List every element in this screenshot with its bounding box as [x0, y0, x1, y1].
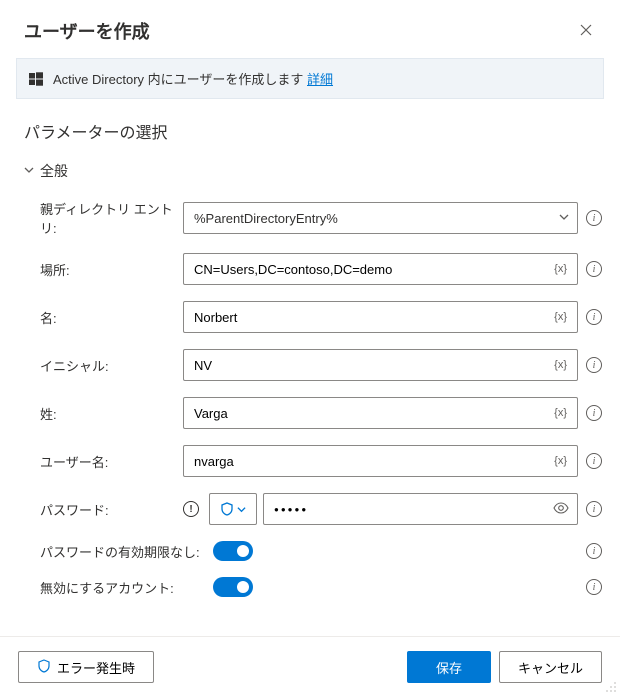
info-icon[interactable]: i	[586, 309, 602, 325]
row-first-name: 名: {x} i	[18, 293, 602, 341]
row-parent-directory: 親ディレクトリ エントリ: %ParentDirectoryEntry% i	[18, 191, 602, 245]
group-label: 全般	[40, 161, 68, 181]
label-pwd-never-expires: パスワードの有効期限なし:	[18, 542, 213, 561]
variable-icon[interactable]: {x}	[552, 262, 569, 276]
variable-icon[interactable]: {x}	[552, 358, 569, 372]
info-icon[interactable]: i	[586, 261, 602, 277]
close-button[interactable]	[576, 19, 596, 43]
label-location: 場所:	[18, 260, 183, 279]
input-password[interactable]	[274, 505, 553, 514]
variable-icon[interactable]: {x}	[552, 310, 569, 324]
row-disabled-account: 無効にするアカウント: i	[18, 569, 602, 605]
row-user-name: ユーザー名: {x} i	[18, 437, 602, 485]
label-disabled-account: 無効にするアカウント:	[18, 578, 213, 597]
group-header-general[interactable]: 全般	[0, 153, 620, 191]
close-icon	[580, 24, 592, 36]
input-user-name[interactable]	[194, 454, 552, 469]
info-icon[interactable]: i	[586, 579, 602, 595]
info-icon[interactable]: i	[586, 453, 602, 469]
variable-icon[interactable]: {x}	[552, 454, 569, 468]
info-icon[interactable]: i	[586, 543, 602, 559]
form-area: 親ディレクトリ エントリ: %ParentDirectoryEntry% i 場…	[0, 191, 620, 636]
shield-icon	[220, 502, 234, 516]
label-last-name: 姓:	[18, 404, 183, 423]
dialog-title: ユーザーを作成	[24, 18, 150, 44]
dialog-footer: エラー発生時 保存 キャンセル	[0, 636, 620, 697]
input-last-name[interactable]	[194, 406, 552, 421]
variable-icon[interactable]: {x}	[552, 406, 569, 420]
input-initials[interactable]	[194, 358, 552, 373]
toggle-pwd-never-expires[interactable]	[213, 541, 253, 561]
warning-icon[interactable]: !	[183, 501, 199, 517]
select-parent-directory[interactable]: %ParentDirectoryEntry%	[183, 202, 578, 234]
row-initials: イニシャル: {x} i	[18, 341, 602, 389]
label-user-name: ユーザー名:	[18, 452, 183, 471]
label-parent-directory: 親ディレクトリ エントリ:	[18, 199, 183, 237]
chevron-down-icon	[237, 502, 246, 517]
section-title: パラメーターの選択	[0, 99, 620, 153]
eye-icon[interactable]	[553, 500, 569, 519]
label-initials: イニシャル:	[18, 356, 183, 375]
info-icon[interactable]: i	[586, 405, 602, 421]
toggle-disabled-account[interactable]	[213, 577, 253, 597]
row-last-name: 姓: {x} i	[18, 389, 602, 437]
windows-icon	[29, 72, 43, 86]
chevron-down-icon	[553, 212, 569, 225]
dialog-header: ユーザーを作成	[0, 0, 620, 58]
label-first-name: 名:	[18, 308, 183, 327]
info-banner: Active Directory 内にユーザーを作成します 詳細	[16, 58, 604, 99]
password-mode-button[interactable]	[209, 493, 257, 525]
info-icon[interactable]: i	[586, 357, 602, 373]
info-icon[interactable]: i	[586, 210, 602, 226]
row-location: 場所: {x} i	[18, 245, 602, 293]
input-first-name[interactable]	[194, 310, 552, 325]
row-password: パスワード: !	[18, 485, 602, 533]
label-password: パスワード:	[18, 500, 183, 519]
banner-link[interactable]: 詳細	[307, 72, 333, 87]
chevron-down-icon	[24, 165, 34, 178]
banner-text: Active Directory 内にユーザーを作成します	[53, 72, 303, 87]
on-error-button[interactable]: エラー発生時	[18, 651, 154, 683]
shield-outline-icon	[37, 659, 51, 676]
save-button[interactable]: 保存	[407, 651, 491, 683]
input-location[interactable]	[194, 262, 552, 277]
row-pwd-never-expires: パスワードの有効期限なし: i	[18, 533, 602, 569]
cancel-button[interactable]: キャンセル	[499, 651, 602, 683]
info-icon[interactable]: i	[586, 501, 602, 517]
